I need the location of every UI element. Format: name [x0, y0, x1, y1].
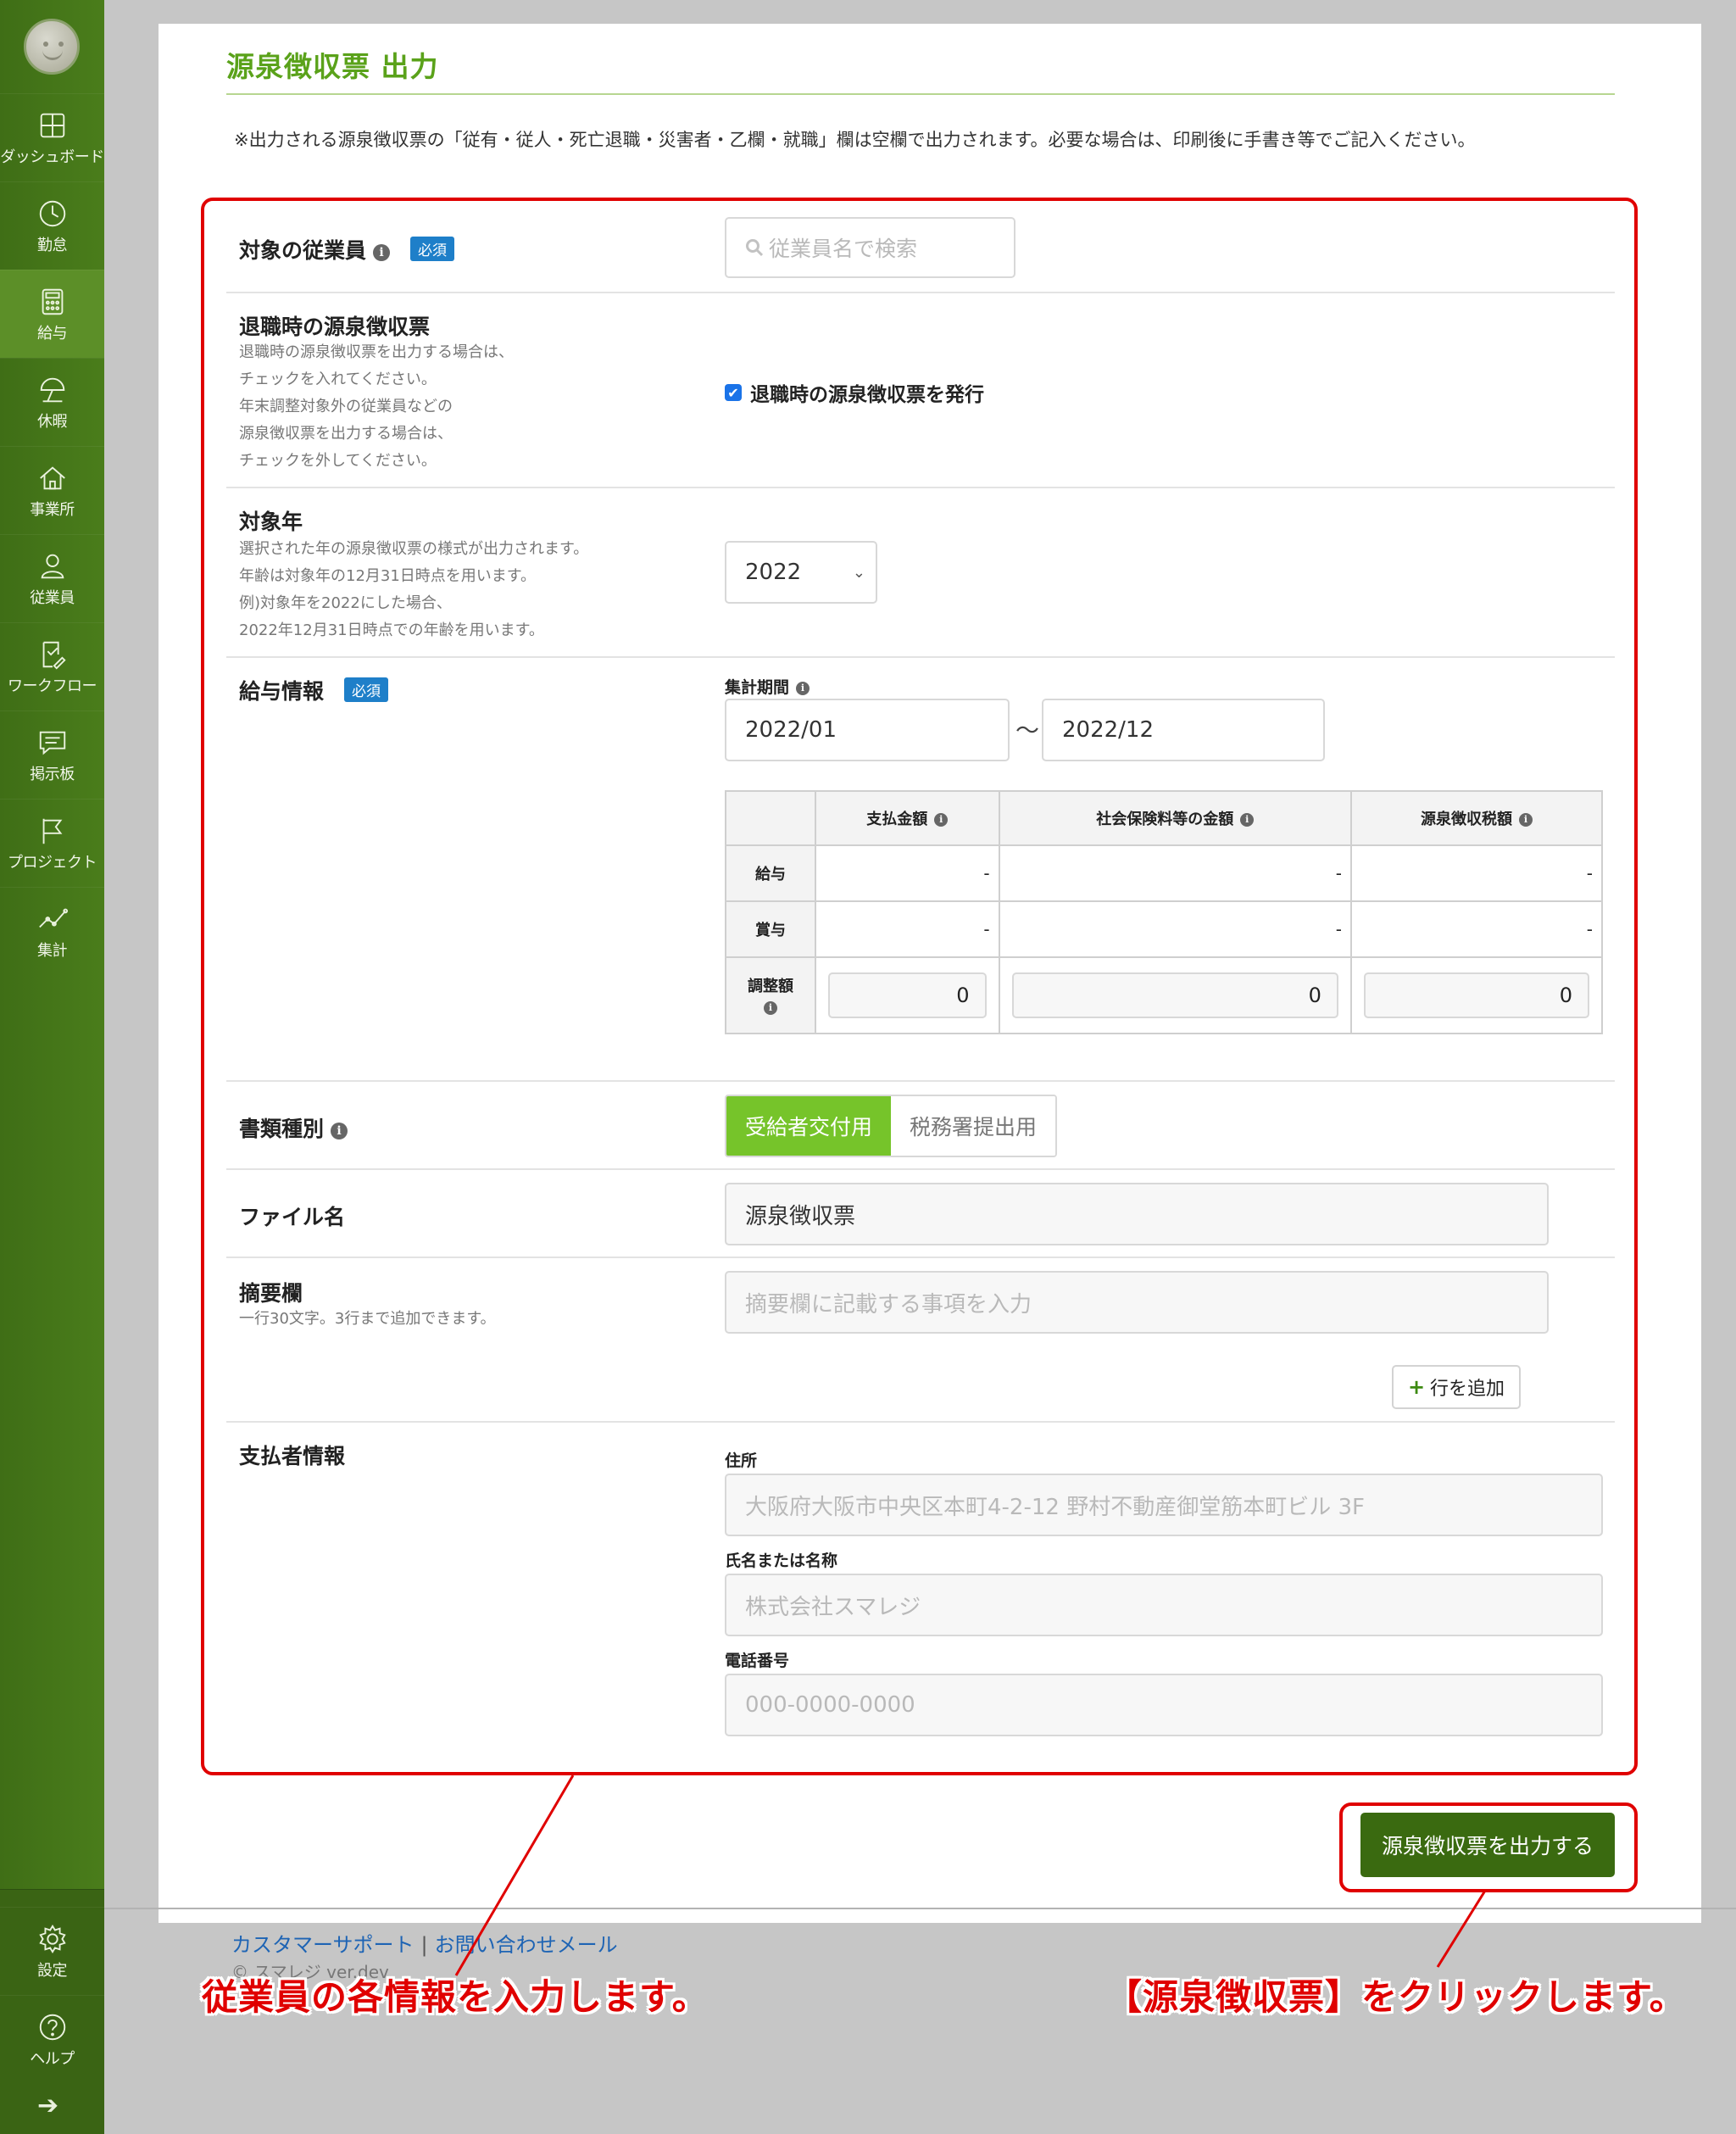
- footer-divider: [104, 1908, 1736, 1909]
- chart-icon: [38, 908, 68, 928]
- sidebar-item-workflow[interactable]: ワークフロー: [0, 622, 104, 710]
- sidebar-item-label: 勤怠: [37, 236, 68, 254]
- sidebar-item-label: 設定: [37, 1961, 68, 1980]
- footer-separator: |: [420, 1933, 428, 1957]
- sidebar: ダッシュボード 勤怠 給与 休暇 事業所 従業員 ワークフロー 掲示板 プロジェ…: [0, 0, 104, 2134]
- page-title: 源泉徴収票 出力: [226, 50, 439, 83]
- dashboard-icon: [40, 113, 64, 137]
- home-icon: [39, 465, 65, 489]
- sidebar-item-label: 事業所: [30, 500, 75, 519]
- sidebar-item-board[interactable]: 掲示板: [0, 710, 104, 799]
- sidebar-item-attendance[interactable]: 勤怠: [0, 181, 104, 270]
- help-icon: [39, 2014, 65, 2040]
- customer-support-link[interactable]: カスタマーサポート: [231, 1933, 415, 1957]
- sidebar-item-label: 掲示板: [30, 765, 75, 783]
- flag-icon: [42, 818, 62, 844]
- sidebar-item-dashboard[interactable]: ダッシュボード: [0, 93, 104, 181]
- sidebar-item-leave[interactable]: 休暇: [0, 358, 104, 446]
- sidebar-item-employees[interactable]: 従業員: [0, 534, 104, 622]
- sidebar-item-label: ワークフロー: [8, 677, 97, 695]
- sidebar-item-salary[interactable]: 給与: [0, 270, 104, 358]
- footer-links: カスタマーサポート | お問い合わせメール: [231, 1928, 618, 1958]
- sidebar-item-label: 給与: [37, 324, 68, 343]
- sidebar-item-help[interactable]: ヘルプ: [0, 1995, 104, 2083]
- calculator-icon: [42, 288, 63, 315]
- sidebar-item-label: 集計: [37, 941, 68, 960]
- sidebar-item-label: ダッシュボード: [0, 148, 104, 166]
- sidebar-item-settings[interactable]: 設定: [0, 1907, 104, 1995]
- contact-mail-link[interactable]: お問い合わせメール: [435, 1933, 618, 1957]
- sidebar-item-aggregate[interactable]: 集計: [0, 887, 104, 975]
- sidebar-item-label: プロジェクト: [8, 853, 97, 872]
- expand-arrow-icon[interactable]: ➔: [37, 2091, 58, 2120]
- gear-icon: [38, 1924, 66, 1953]
- umbrella-icon: [40, 377, 64, 402]
- output-withholding-slip-button[interactable]: 源泉徴収票を出力する: [1360, 1813, 1615, 1877]
- sidebar-item-label: 従業員: [30, 588, 75, 607]
- title-divider: [226, 93, 1615, 95]
- annotation-frame-form: [201, 198, 1638, 1775]
- clock-icon: [39, 200, 65, 226]
- sidebar-item-label: 休暇: [37, 412, 68, 431]
- person-icon: [41, 554, 64, 578]
- notice-text: ※出力される源泉徴収票の「従有・従人・死亡退職・災害者・乙欄・就職」欄は空欄で出…: [234, 130, 1476, 150]
- annotation-right: 【源泉徴収票】をクリックします。: [1106, 1976, 1686, 2018]
- sidebar-item-project[interactable]: プロジェクト: [0, 799, 104, 887]
- sidebar-item-label: ヘルプ: [30, 2049, 75, 2068]
- workflow-icon: [42, 641, 66, 669]
- chat-icon: [39, 731, 65, 755]
- annotation-left: 従業員の各情報を入力します。: [202, 1976, 709, 2018]
- sidebar-item-office[interactable]: 事業所: [0, 446, 104, 534]
- avatar[interactable]: [24, 19, 80, 75]
